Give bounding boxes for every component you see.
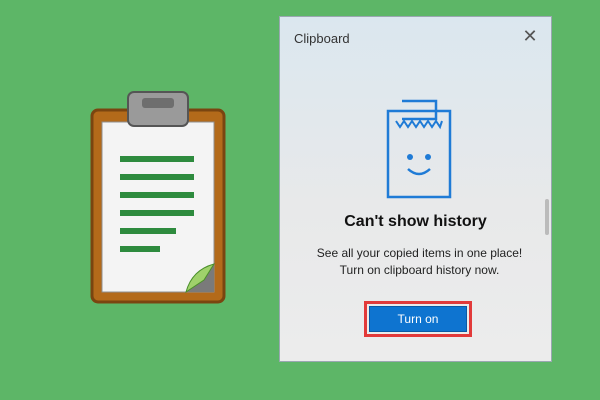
scrollbar[interactable] <box>545 199 549 235</box>
highlight-box: Turn on <box>364 301 472 337</box>
clipboard-illustration-icon <box>88 88 228 306</box>
empty-state-description: See all your copied items in one place! … <box>316 246 523 277</box>
close-icon[interactable]: ✕ <box>519 25 541 47</box>
smiling-receipt-icon <box>384 97 454 203</box>
turn-on-button[interactable]: Turn on <box>369 306 467 332</box>
clipboard-panel: Clipboard ✕ Can't show history See all y… <box>279 16 552 362</box>
panel-title: Clipboard <box>294 31 350 46</box>
empty-state-heading: Can't show history <box>344 213 487 230</box>
